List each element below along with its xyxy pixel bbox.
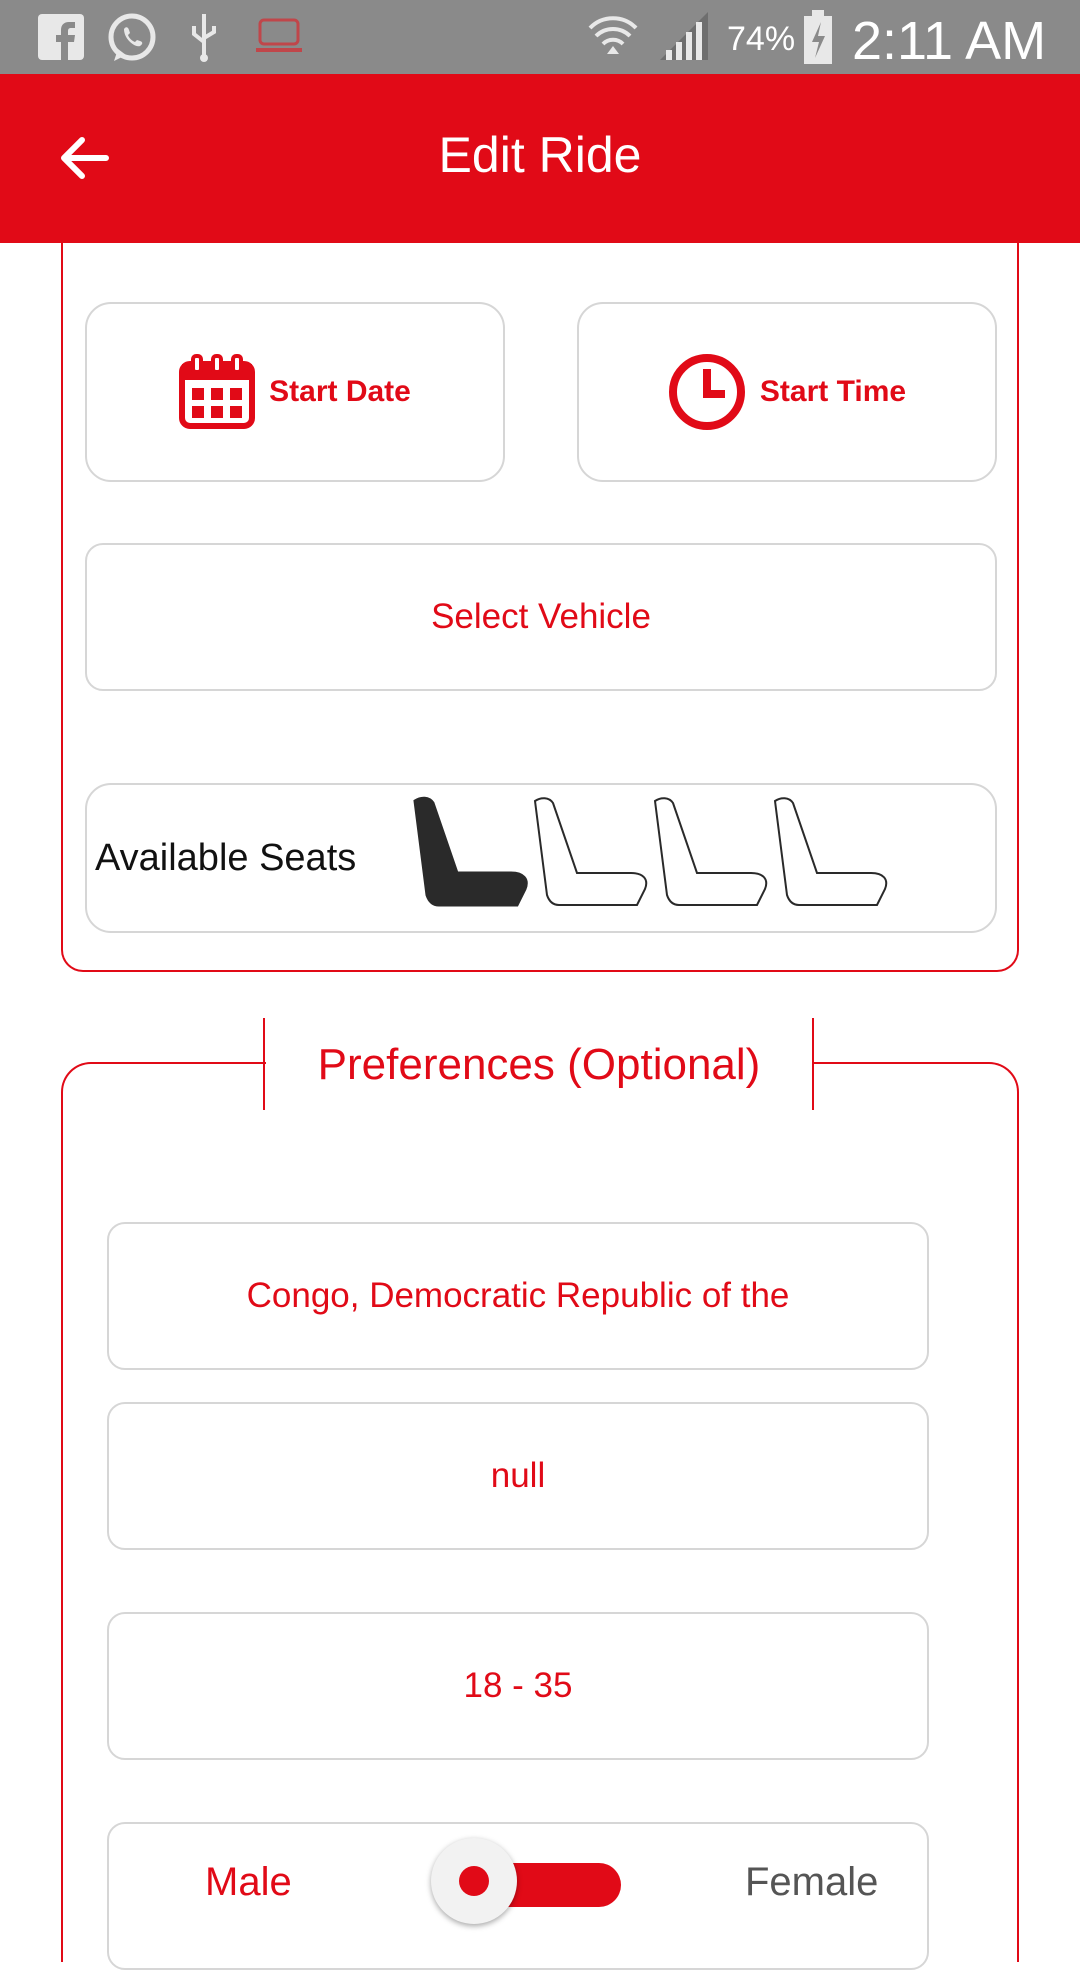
status-bar: 74% 2:11 AM [0,0,1080,74]
clock-icon [668,354,745,430]
start-time-label: Start Time [759,375,907,408]
gender-female-label[interactable]: Female [745,1860,878,1905]
battery-charging-icon [804,10,832,64]
usb-icon [192,14,216,62]
age-range-field[interactable]: 18 - 35 [107,1612,929,1760]
gender-male-label[interactable]: Male [205,1860,292,1905]
available-seats-row: Available Seats [85,783,997,933]
switch-dot-icon [459,1866,489,1896]
facebook-icon [38,14,84,60]
seat-icon-4[interactable] [771,795,893,909]
status-clock: 2:11 AM [852,11,1047,71]
preference-field-2-value: null [490,1456,546,1495]
seat-icon-2[interactable] [531,795,653,909]
gender-switch-knob[interactable] [431,1838,517,1924]
wifi-icon [588,16,638,54]
calendar-icon [179,354,256,429]
country-value: Congo, Democratic Republic of the [246,1276,790,1315]
battery-percent: 74% [727,20,796,58]
start-time-button[interactable]: Start Time [577,302,997,482]
signal-icon [660,12,708,60]
whatsapp-icon [108,13,156,61]
preferences-bracket-right [812,1018,814,1110]
select-vehicle-label: Select Vehicle [431,597,651,636]
preferences-bracket-left [263,1018,265,1110]
seat-icon-3[interactable] [651,795,773,909]
seat-icon-1[interactable] [411,795,533,909]
app-icon [256,18,302,52]
gender-toggle-row: Male Female [107,1822,929,1970]
page-title: Edit Ride [438,127,642,183]
age-range-value: 18 - 35 [463,1666,573,1705]
ride-details-card: Start Date Start Time Select Vehicle Ava… [61,200,1019,972]
country-field[interactable]: Congo, Democratic Republic of the [107,1222,929,1370]
preferences-card: Congo, Democratic Republic of the null 1… [61,1062,1019,1970]
start-date-label: Start Date [269,375,411,408]
select-vehicle-button[interactable]: Select Vehicle [85,543,997,691]
preference-field-2[interactable]: null [107,1402,929,1550]
available-seats-label: Available Seats [95,837,357,879]
start-date-button[interactable]: Start Date [85,302,505,482]
preferences-title: Preferences (Optional) [317,1040,761,1089]
